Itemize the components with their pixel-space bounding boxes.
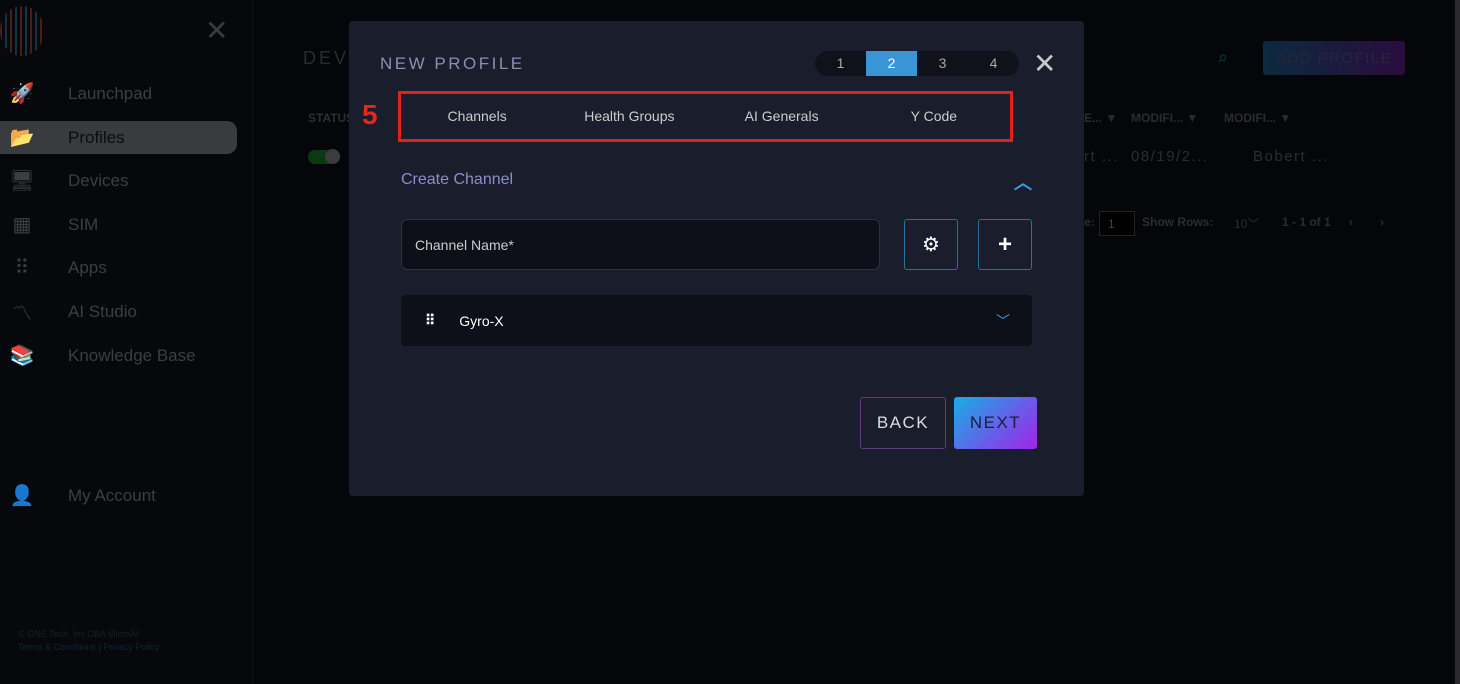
table-cell: rt ... <box>1084 148 1119 165</box>
channel-item[interactable]: ⠿ Gyro-X ﹀ <box>401 295 1032 346</box>
annotation-number: 5 <box>362 99 378 130</box>
copyright: © ONE Tech, Inc DBA MicroAI <box>18 629 139 639</box>
tab-ai-generals[interactable]: AI Generals <box>706 94 858 139</box>
sidebar-item-devices[interactable]: 🖥 Devices <box>0 164 237 197</box>
sidebar-item-knowledge-base[interactable]: 📚 Knowledge Base <box>0 339 237 372</box>
tab-channels[interactable]: Channels <box>401 94 553 139</box>
column-header-modified-by[interactable]: MODIFI... ▼ <box>1224 111 1291 125</box>
next-page-icon[interactable]: › <box>1380 215 1384 229</box>
channel-name: Gyro-X <box>459 312 504 329</box>
sidebar: ✕ 🚀 Launchpad 📂 Profiles 🖥 Devices ▦ SIM ⠿ Ap… <box>0 0 253 684</box>
close-sidebar-icon[interactable]: ✕ <box>205 14 228 47</box>
settings-button[interactable]: ⚙ <box>904 219 958 270</box>
channel-name-input[interactable] <box>401 219 880 270</box>
sidebar-item-launchpad[interactable]: 🚀 Launchpad <box>0 77 237 110</box>
close-icon[interactable]: ✕ <box>1033 49 1056 79</box>
show-rows-label: Show Rows: <box>1142 215 1214 229</box>
prev-page-icon[interactable]: ‹ <box>1349 215 1353 229</box>
tab-health-groups[interactable]: Health Groups <box>553 94 705 139</box>
add-channel-button[interactable]: + <box>978 219 1032 270</box>
page-label: e: <box>1084 215 1095 229</box>
new-profile-modal: NEW PROFILE 1 2 3 4 ✕ 5 Channels Health … <box>349 21 1084 496</box>
terms-link[interactable]: Terms & Conditions <box>18 642 96 652</box>
modal-title: NEW PROFILE <box>380 54 525 73</box>
sidebar-item-profiles[interactable]: 📂 Profiles <box>0 121 237 154</box>
filter-icon[interactable]: ▼ <box>1105 111 1117 125</box>
folder-icon: 📂 <box>9 127 35 149</box>
plus-icon: + <box>997 230 1012 258</box>
sidebar-item-sim[interactable]: ▦ SIM <box>0 208 237 241</box>
sidebar-item-apps[interactable]: ⠿ Apps <box>0 251 237 284</box>
step-4[interactable]: 4 <box>968 51 1019 76</box>
column-header[interactable]: E... ▼ <box>1084 111 1117 125</box>
scrollbar[interactable] <box>1455 0 1460 684</box>
step-2[interactable]: 2 <box>866 51 917 76</box>
add-profile-button[interactable]: ADD PROFILE <box>1263 41 1405 75</box>
table-cell: Bobert ... <box>1253 148 1329 165</box>
chevron-down-icon[interactable]: ﹀ <box>996 311 1010 331</box>
next-button[interactable]: NEXT <box>954 397 1037 449</box>
step-1[interactable]: 1 <box>815 51 866 76</box>
grid-icon: ⠿ <box>14 257 30 279</box>
footer: © ONE Tech, Inc DBA MicroAI Terms & Cond… <box>18 628 159 654</box>
page-number-input[interactable] <box>1099 211 1135 236</box>
separator: | <box>98 642 101 652</box>
column-label: MODIFI... <box>1131 111 1183 125</box>
column-label: MODIFI... <box>1224 111 1276 125</box>
search-icon[interactable]: ⌕ <box>1218 47 1228 68</box>
monitor-icon: 🖥 <box>9 170 35 192</box>
page-range: 1 - 1 of 1 <box>1282 215 1331 229</box>
user-icon: 👤 <box>9 485 35 507</box>
step-indicator: 1 2 3 4 <box>815 51 1019 76</box>
show-rows-select[interactable]: 10﹀ <box>1234 215 1259 232</box>
column-header-status[interactable]: STATUS <box>308 111 354 125</box>
sim-icon: ▦ <box>12 214 32 236</box>
tab-y-code[interactable]: Y Code <box>858 94 1010 139</box>
rocket-icon: 🚀 <box>9 83 35 105</box>
chevron-up-icon[interactable]: ︿ <box>1014 169 1032 195</box>
table-cell: 08/19/2... <box>1131 148 1209 165</box>
drag-handle-icon[interactable]: ⠿ <box>425 312 435 329</box>
column-header-modified[interactable]: MODIFI... ▼ <box>1131 111 1198 125</box>
tabs-highlight: Channels Health Groups AI Generals Y Cod… <box>398 91 1013 142</box>
ai-studio-icon: 〽 <box>12 303 32 325</box>
privacy-link[interactable]: Privacy Policy <box>103 642 159 652</box>
filter-icon[interactable]: ▼ <box>1186 111 1198 125</box>
books-icon: 📚 <box>9 345 35 367</box>
column-label: E... <box>1084 111 1103 125</box>
gear-icon: ⚙ <box>922 234 940 256</box>
show-rows-value: 10 <box>1234 217 1248 231</box>
filter-icon[interactable]: ▼ <box>1279 111 1291 125</box>
status-toggle[interactable] <box>308 149 340 164</box>
back-button[interactable]: BACK <box>860 397 946 449</box>
logo <box>0 6 44 56</box>
step-3[interactable]: 3 <box>917 51 968 76</box>
sidebar-item-my-account[interactable]: 👤 My Account <box>0 479 237 512</box>
section-title: Create Channel <box>401 171 514 188</box>
sidebar-item-ai-studio[interactable]: 〽 AI Studio <box>0 295 237 328</box>
